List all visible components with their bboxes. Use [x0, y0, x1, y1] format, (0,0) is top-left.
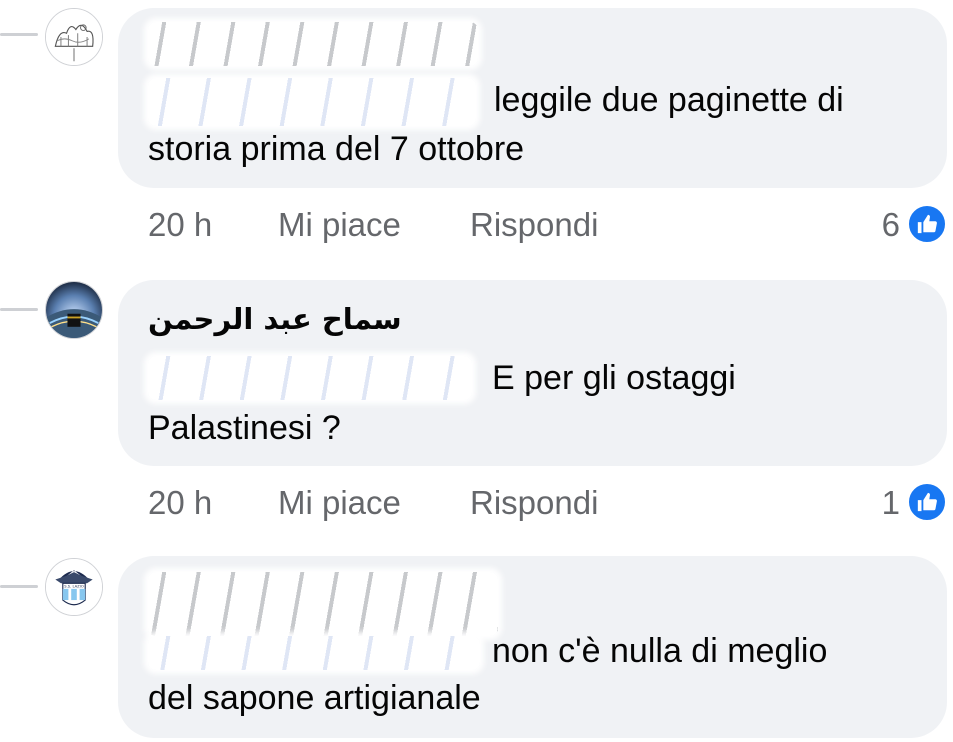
comment-bubble: non c'è nulla di meglio del sapone artig…: [118, 556, 947, 738]
comment-author[interactable]: سماح عبد الرحمن: [148, 302, 402, 336]
redacted-mention: [148, 636, 480, 670]
comment-meta-row: 20 h Mi piace Rispondi 1: [148, 481, 948, 524]
comment-timestamp[interactable]: 20 h: [148, 484, 212, 522]
like-reaction-icon[interactable]: [906, 481, 948, 523]
comment-text-line: storia prima del 7 ottobre: [148, 130, 525, 168]
sketch-avatar-icon: [46, 9, 102, 65]
thread-connector: [0, 585, 38, 588]
thumbs-up-icon: [917, 492, 937, 512]
ss-lazio-badge-icon: S.S. LAZIO: [46, 559, 102, 615]
redacted-author-name: [148, 572, 498, 636]
comment-text-line: non c'è nulla di meglio: [492, 632, 828, 670]
comment-timestamp[interactable]: 20 h: [148, 206, 212, 244]
avatar[interactable]: [45, 8, 103, 66]
comment-text-line: del sapone artigianale: [148, 679, 481, 717]
redacted-author-name: [148, 22, 478, 66]
reply-button[interactable]: Rispondi: [470, 206, 598, 244]
thread-connector: [0, 308, 38, 311]
reaction-count[interactable]: 1: [882, 484, 900, 522]
comment-bubble: leggile due paginette di storia prima de…: [118, 8, 947, 188]
redacted-mention: [148, 356, 472, 400]
reaction-count[interactable]: 6: [882, 206, 900, 244]
like-reaction-icon[interactable]: [906, 203, 948, 245]
thumbs-up-icon: [917, 214, 937, 234]
avatar[interactable]: S.S. LAZIO: [45, 558, 103, 616]
comment-bubble: سماح عبد الرحمن E per gli ostaggi Palast…: [118, 280, 947, 466]
comment-text-line: E per gli ostaggi: [492, 359, 736, 397]
comment-thread: leggile due paginette di storia prima de…: [0, 0, 953, 742]
comment-text-line: Palastinesi ?: [148, 409, 341, 447]
like-button[interactable]: Mi piace: [278, 206, 401, 244]
badge-text: S.S. LAZIO: [64, 584, 84, 588]
reply-button[interactable]: Rispondi: [470, 484, 598, 522]
comment-meta-row: 20 h Mi piace Rispondi 6: [148, 203, 948, 246]
like-button[interactable]: Mi piace: [278, 484, 401, 522]
avatar[interactable]: [45, 281, 103, 339]
thread-connector: [0, 33, 38, 36]
comment-text-line: leggile due paginette di: [494, 81, 844, 119]
redacted-mention: [148, 78, 476, 126]
mecca-night-avatar-icon: [46, 282, 102, 338]
